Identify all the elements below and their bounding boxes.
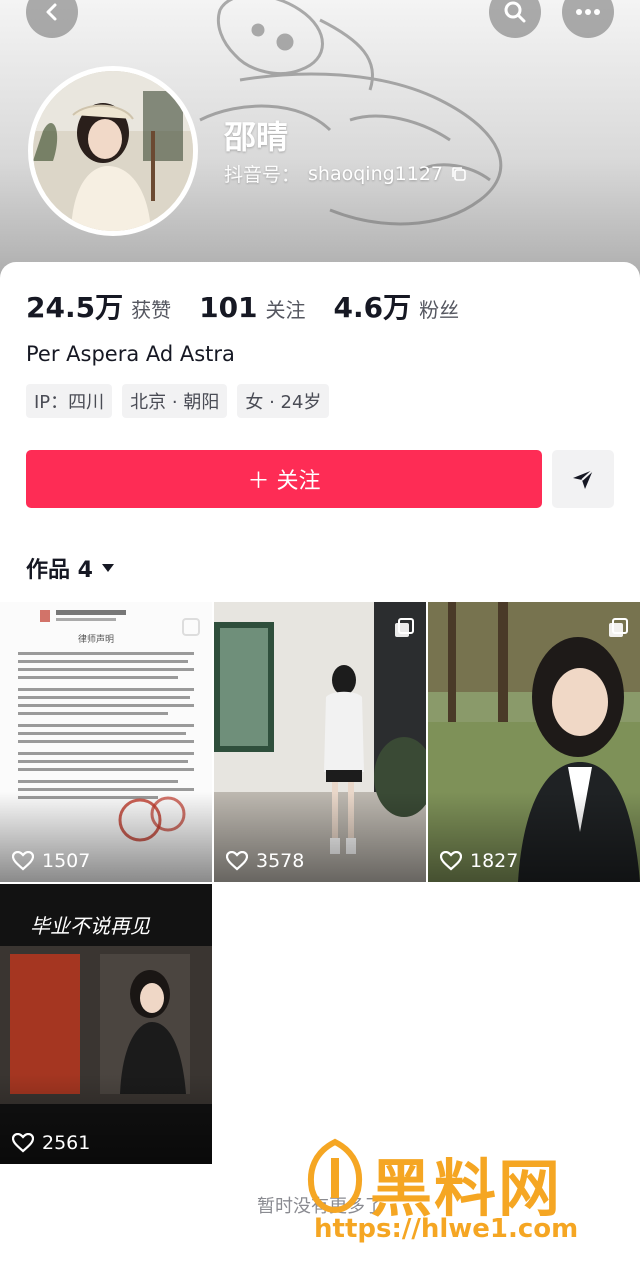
heart-icon — [226, 851, 248, 871]
profile-header: 邵晴 抖音号： shaoqing1127 — [0, 0, 640, 290]
work-item[interactable]: 律师声明 1507 — [0, 602, 212, 882]
stat-followers-value: 4.6万 — [333, 291, 412, 324]
watermark-logo-icon — [308, 1138, 362, 1214]
tag-ip: IP：四川 — [26, 384, 113, 418]
tag-location: 北京 · 朝阳 — [122, 384, 228, 418]
follow-button[interactable]: ＋ 关注 — [26, 450, 542, 508]
stat-likes-value: 24.5万 — [26, 291, 124, 324]
caret-down-icon — [101, 564, 114, 572]
heart-icon — [440, 851, 462, 871]
douyin-id-label: 抖音号： — [224, 164, 301, 186]
work-likes-count: 1827 — [470, 850, 519, 872]
stat-following-label: 关注 — [265, 298, 306, 322]
search-icon — [504, 1, 526, 23]
share-button[interactable] — [552, 450, 614, 508]
watermark: 黑料网 https://hlwe1.com — [300, 1138, 620, 1258]
stat-following-value: 101 — [199, 291, 258, 324]
multi-image-icon — [609, 618, 628, 637]
work-item[interactable]: 毕业不说再见 2561 — [0, 884, 212, 1164]
send-icon — [573, 469, 594, 489]
stat-followers-label: 粉丝 — [419, 298, 460, 322]
work-document-title: 律师声明 — [78, 635, 115, 645]
profile-card: 24.5万 获赞 101 关注 4.6万 粉丝 Per Aspera Ad As… — [0, 262, 640, 1280]
works-tab[interactable]: 作品 4 — [26, 552, 115, 584]
work-item[interactable]: 3578 — [214, 602, 426, 882]
tag-list: IP：四川 北京 · 朝阳 女 · 24岁 — [26, 384, 330, 418]
works-label: 作品 4 — [26, 558, 93, 583]
multi-image-icon — [395, 618, 414, 637]
douyin-id: 抖音号： shaoqing1127 — [224, 160, 467, 187]
work-likes: 1507 — [12, 850, 90, 872]
stat-likes[interactable]: 24.5万 获赞 — [26, 286, 171, 326]
work-item[interactable]: 1827 — [428, 602, 640, 882]
work-overlay-title: 毕业不说再见 — [30, 914, 150, 938]
follow-button-label: ＋ 关注 — [247, 469, 321, 494]
watermark-url: https://hlwe1.com — [314, 1214, 579, 1244]
stat-following[interactable]: 101 关注 — [199, 291, 305, 324]
select-checkbox-icon[interactable] — [180, 616, 202, 638]
copy-icon[interactable] — [451, 166, 467, 182]
stats-row: 24.5万 获赞 101 关注 4.6万 粉丝 — [26, 286, 487, 326]
work-likes: 3578 — [226, 850, 304, 872]
tag-gender-age: 女 · 24岁 — [237, 384, 330, 418]
heart-icon — [12, 1133, 34, 1153]
avatar-photo — [33, 71, 193, 231]
avatar[interactable] — [28, 66, 198, 236]
work-likes: 2561 — [12, 1132, 90, 1154]
stat-followers[interactable]: 4.6万 粉丝 — [334, 286, 460, 326]
work-likes-count: 2561 — [42, 1132, 91, 1154]
profile-name: 邵晴 — [224, 118, 289, 156]
bio-text: Per Aspera Ad Astra — [26, 342, 235, 366]
work-likes: 1827 — [440, 850, 518, 872]
more-dots-icon — [576, 9, 600, 15]
work-likes-count: 3578 — [256, 850, 305, 872]
stat-likes-label: 获赞 — [131, 298, 172, 322]
work-likes-count: 1507 — [42, 850, 91, 872]
heart-icon — [12, 851, 34, 871]
douyin-id-value: shaoqing1127 — [308, 162, 444, 185]
chevron-left-icon — [46, 3, 57, 21]
